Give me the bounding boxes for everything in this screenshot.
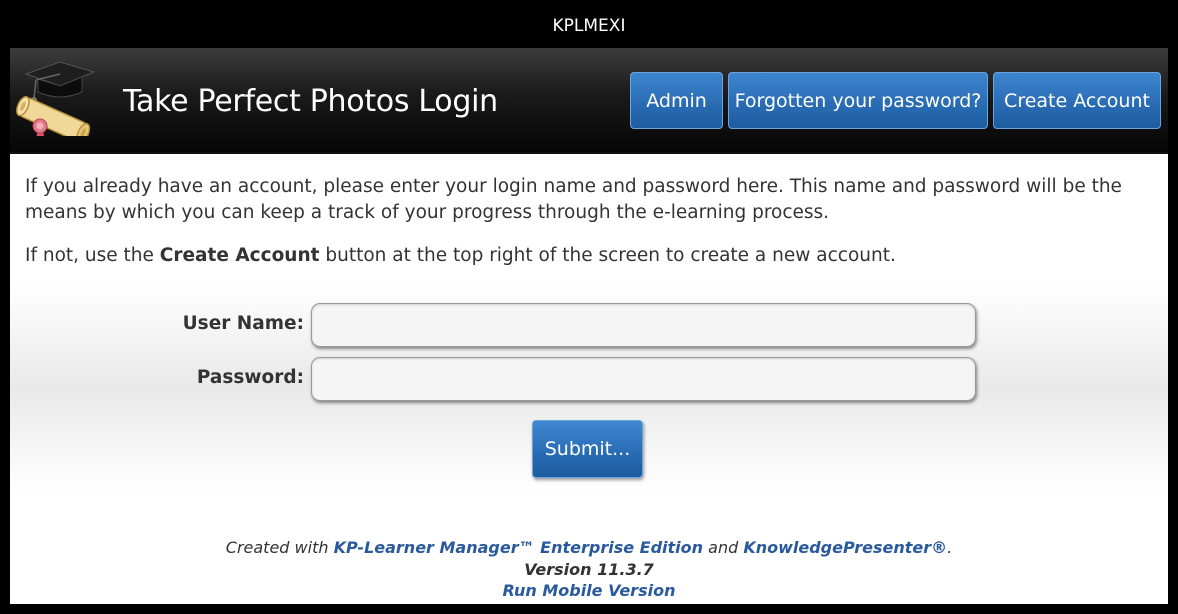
knowledgepresenter-link[interactable]: KnowledgePresenter® bbox=[743, 538, 947, 557]
credits-line: Created with KP-Learner Manager™ Enterpr… bbox=[10, 537, 1168, 559]
password-label: Password: bbox=[196, 367, 304, 388]
footer: Created with KP-Learner Manager™ Enterpr… bbox=[10, 537, 1168, 602]
create-account-hint: If not, use the Create Account button at… bbox=[25, 226, 1153, 269]
forgot-password-button[interactable]: Forgotten your password? bbox=[728, 72, 988, 129]
app-window: KPLMEXI Take Perfect Photos Login Admin bbox=[10, 10, 1168, 604]
credits-and: and bbox=[703, 538, 744, 557]
password-input[interactable] bbox=[311, 357, 976, 401]
window-title: KPLMEXI bbox=[10, 10, 1168, 48]
intro-text: If you already have an account, please e… bbox=[25, 176, 1122, 223]
admin-button[interactable]: Admin bbox=[630, 72, 723, 129]
login-form: User Name: Password: Submit... bbox=[10, 282, 1168, 494]
intro-section: If you already have an account, please e… bbox=[10, 154, 1168, 269]
mobile-link-row: Run Mobile Version bbox=[10, 580, 1168, 602]
kp-learner-manager-link[interactable]: KP-Learner Manager™ Enterprise Edition bbox=[334, 538, 703, 557]
username-input[interactable] bbox=[311, 303, 976, 347]
username-label: User Name: bbox=[182, 313, 304, 334]
hint-text-after: button at the top right of the screen to… bbox=[319, 245, 896, 266]
graduation-cap-diploma-icon bbox=[16, 61, 94, 136]
version-text: Version 11.3.7 bbox=[10, 559, 1168, 581]
version-label: Version 11.3.7 bbox=[524, 559, 654, 579]
credits-prefix: Created with bbox=[225, 538, 334, 557]
hint-text-before: If not, use the bbox=[25, 245, 160, 266]
header-bar: Take Perfect Photos Login Admin Forgotte… bbox=[10, 48, 1168, 154]
page-title: Take Perfect Photos Login bbox=[123, 84, 498, 119]
credits-period: . bbox=[947, 538, 953, 557]
run-mobile-version-link[interactable]: Run Mobile Version bbox=[503, 581, 676, 600]
hint-create-account-bold: Create Account bbox=[159, 245, 320, 266]
create-account-button[interactable]: Create Account bbox=[993, 72, 1161, 129]
submit-button[interactable]: Submit... bbox=[532, 420, 643, 478]
